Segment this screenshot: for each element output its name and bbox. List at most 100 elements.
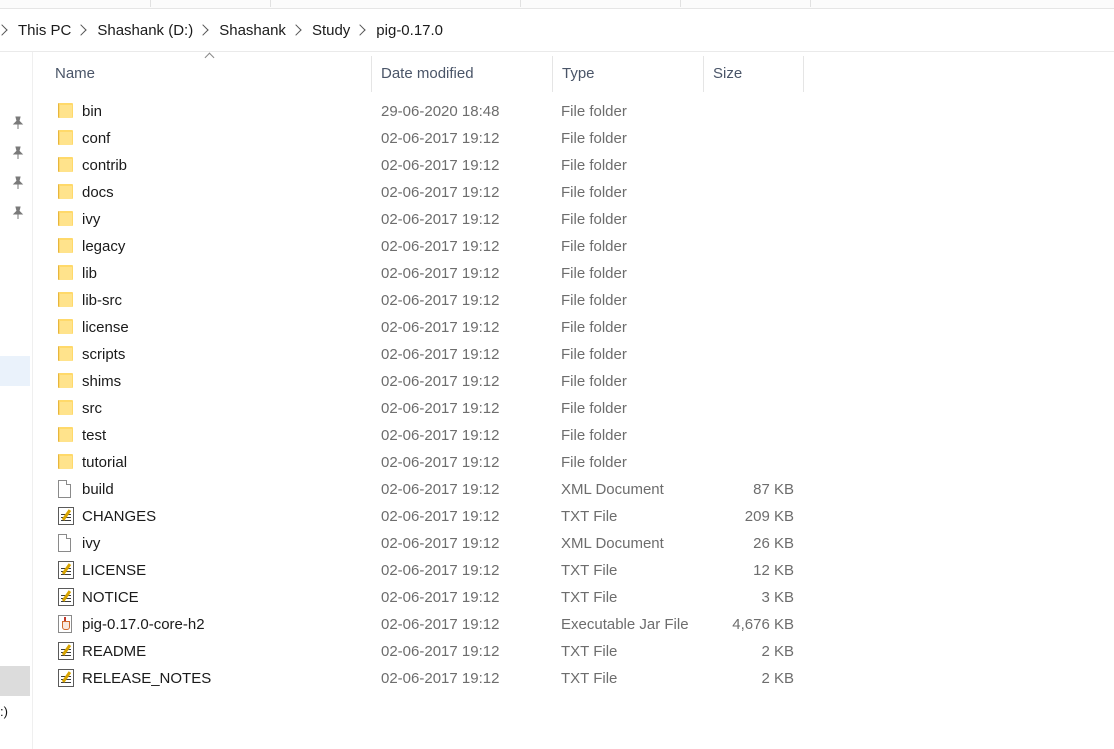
file-type: File folder (561, 292, 627, 309)
breadcrumb-study[interactable]: Study (310, 22, 352, 39)
file-row[interactable]: lib-src 02-06-2017 19:12 File folder (46, 287, 806, 314)
file-date-modified: 02-06-2017 19:12 (381, 400, 500, 417)
file-type: TXT File (561, 589, 618, 606)
file-type: XML Document (561, 481, 664, 498)
file-type: File folder (561, 238, 627, 255)
file-row[interactable]: test 02-06-2017 19:12 File folder (46, 422, 806, 449)
file-row[interactable]: RELEASE_NOTES 02-06-2017 19:12 TXT File 2 K… (46, 665, 806, 692)
window-top-strip (0, 0, 1114, 9)
pin-icon[interactable] (12, 146, 24, 160)
file-type: TXT File (561, 508, 618, 525)
pin-icon[interactable] (12, 206, 24, 220)
column-header-size[interactable]: Size (704, 56, 804, 92)
xml-document-icon (58, 534, 71, 552)
file-row[interactable]: shims 02-06-2017 19:12 File folder (46, 368, 806, 395)
file-name: ivy (82, 535, 101, 552)
file-name: docs (82, 184, 114, 201)
file-name: ivy (82, 211, 101, 228)
column-header-type-label: Type (562, 65, 595, 82)
navigation-pane[interactable]: :) (0, 52, 33, 749)
nav-item-selected[interactable] (0, 666, 30, 696)
file-row[interactable]: lib 02-06-2017 19:12 File folder (46, 260, 806, 287)
folder-icon (58, 156, 74, 174)
file-name: LICENSE (82, 562, 147, 579)
file-row[interactable]: LICENSE 02-06-2017 19:12 TXT File 12 KB (46, 557, 806, 584)
text-file-icon (58, 669, 74, 687)
folder-icon (58, 210, 74, 228)
folder-icon (58, 318, 74, 336)
text-file-icon (58, 561, 74, 579)
file-row[interactable]: tutorial 02-06-2017 19:12 File folder (46, 449, 806, 476)
file-size: 2 KB (761, 643, 794, 660)
file-date-modified: 02-06-2017 19:12 (381, 265, 500, 282)
file-row[interactable]: ivy 02-06-2017 19:12 File folder (46, 206, 806, 233)
file-row[interactable]: license 02-06-2017 19:12 File folder (46, 314, 806, 341)
file-type: Executable Jar File (561, 616, 689, 633)
file-row[interactable]: contrib 02-06-2017 19:12 File folder (46, 152, 806, 179)
file-row[interactable]: conf 02-06-2017 19:12 File folder (46, 125, 806, 152)
file-type: File folder (561, 427, 627, 444)
file-date-modified: 02-06-2017 19:12 (381, 184, 500, 201)
text-file-icon (58, 588, 74, 606)
breadcrumb-this-pc[interactable]: This PC (16, 22, 73, 39)
file-row[interactable]: NOTICE 02-06-2017 19:12 TXT File 3 KB (46, 584, 806, 611)
breadcrumb[interactable]: This PC Shashank (D:) Shashank Study pig… (0, 9, 1114, 52)
file-row[interactable]: build 02-06-2017 19:12 XML Document 87 KB (46, 476, 806, 503)
folder-icon (58, 183, 74, 201)
file-date-modified: 02-06-2017 19:12 (381, 670, 500, 687)
breadcrumb-current-folder[interactable]: pig-0.17.0 (374, 22, 445, 39)
chevron-right-icon[interactable] (75, 24, 88, 36)
file-name: contrib (82, 157, 128, 174)
file-type: File folder (561, 265, 627, 282)
file-row[interactable]: docs 02-06-2017 19:12 File folder (46, 179, 806, 206)
file-row[interactable]: legacy 02-06-2017 19:12 File folder (46, 233, 806, 260)
pin-icon[interactable] (12, 176, 24, 190)
file-row[interactable]: bin 29-06-2020 18:48 File folder (46, 98, 806, 125)
file-type: File folder (561, 373, 627, 390)
file-date-modified: 02-06-2017 19:12 (381, 157, 500, 174)
file-name: README (82, 643, 147, 660)
file-date-modified: 02-06-2017 19:12 (381, 481, 500, 498)
pin-icon[interactable] (12, 116, 24, 130)
file-name: lib-src (82, 292, 122, 309)
chevron-right-icon[interactable] (197, 24, 209, 36)
folder-icon (58, 345, 74, 363)
folder-icon (58, 237, 74, 255)
file-size: 12 KB (753, 562, 794, 579)
file-row[interactable]: CHANGES 02-06-2017 19:12 TXT File 209 KB (46, 503, 806, 530)
folder-icon (58, 399, 74, 417)
breadcrumb-shashank[interactable]: Shashank (217, 22, 288, 39)
file-name: src (82, 400, 102, 417)
file-date-modified: 02-06-2017 19:12 (381, 211, 500, 228)
file-date-modified: 02-06-2017 19:12 (381, 589, 500, 606)
file-name: RELEASE_NOTES (82, 670, 212, 687)
column-header-date[interactable]: Date modified (372, 56, 553, 92)
nav-item-highlight[interactable] (0, 356, 30, 386)
file-row[interactable]: src 02-06-2017 19:12 File folder (46, 395, 806, 422)
file-row[interactable]: scripts 02-06-2017 19:12 File folder (46, 341, 806, 368)
sort-ascending-icon (204, 52, 215, 63)
file-name: build (82, 481, 114, 498)
column-header-row: Name Date modified Type Size (46, 52, 806, 92)
file-date-modified: 02-06-2017 19:12 (381, 508, 500, 525)
column-header-type[interactable]: Type (553, 56, 704, 92)
file-name: tutorial (82, 454, 128, 471)
chevron-right-icon[interactable] (0, 24, 8, 36)
file-size: 3 KB (761, 589, 794, 606)
file-date-modified: 02-06-2017 19:12 (381, 373, 500, 390)
breadcrumb-drive[interactable]: Shashank (D:) (95, 22, 195, 39)
file-name: bin (82, 103, 103, 120)
chevron-right-icon[interactable] (354, 24, 366, 36)
column-header-name[interactable]: Name (46, 52, 372, 92)
file-type: File folder (561, 211, 627, 228)
folder-icon (58, 129, 74, 147)
nav-item-label[interactable]: :) (0, 704, 8, 719)
folder-icon (58, 291, 74, 309)
file-type: TXT File (561, 670, 618, 687)
file-row[interactable]: ivy 02-06-2017 19:12 XML Document 26 KB (46, 530, 806, 557)
file-date-modified: 02-06-2017 19:12 (381, 319, 500, 336)
file-row[interactable]: pig-0.17.0-core-h2 02-06-2017 19:12 Execut… (46, 611, 806, 638)
file-row[interactable]: README 02-06-2017 19:12 TXT File 2 KB (46, 638, 806, 665)
file-date-modified: 02-06-2017 19:12 (381, 562, 500, 579)
chevron-right-icon[interactable] (290, 24, 302, 36)
